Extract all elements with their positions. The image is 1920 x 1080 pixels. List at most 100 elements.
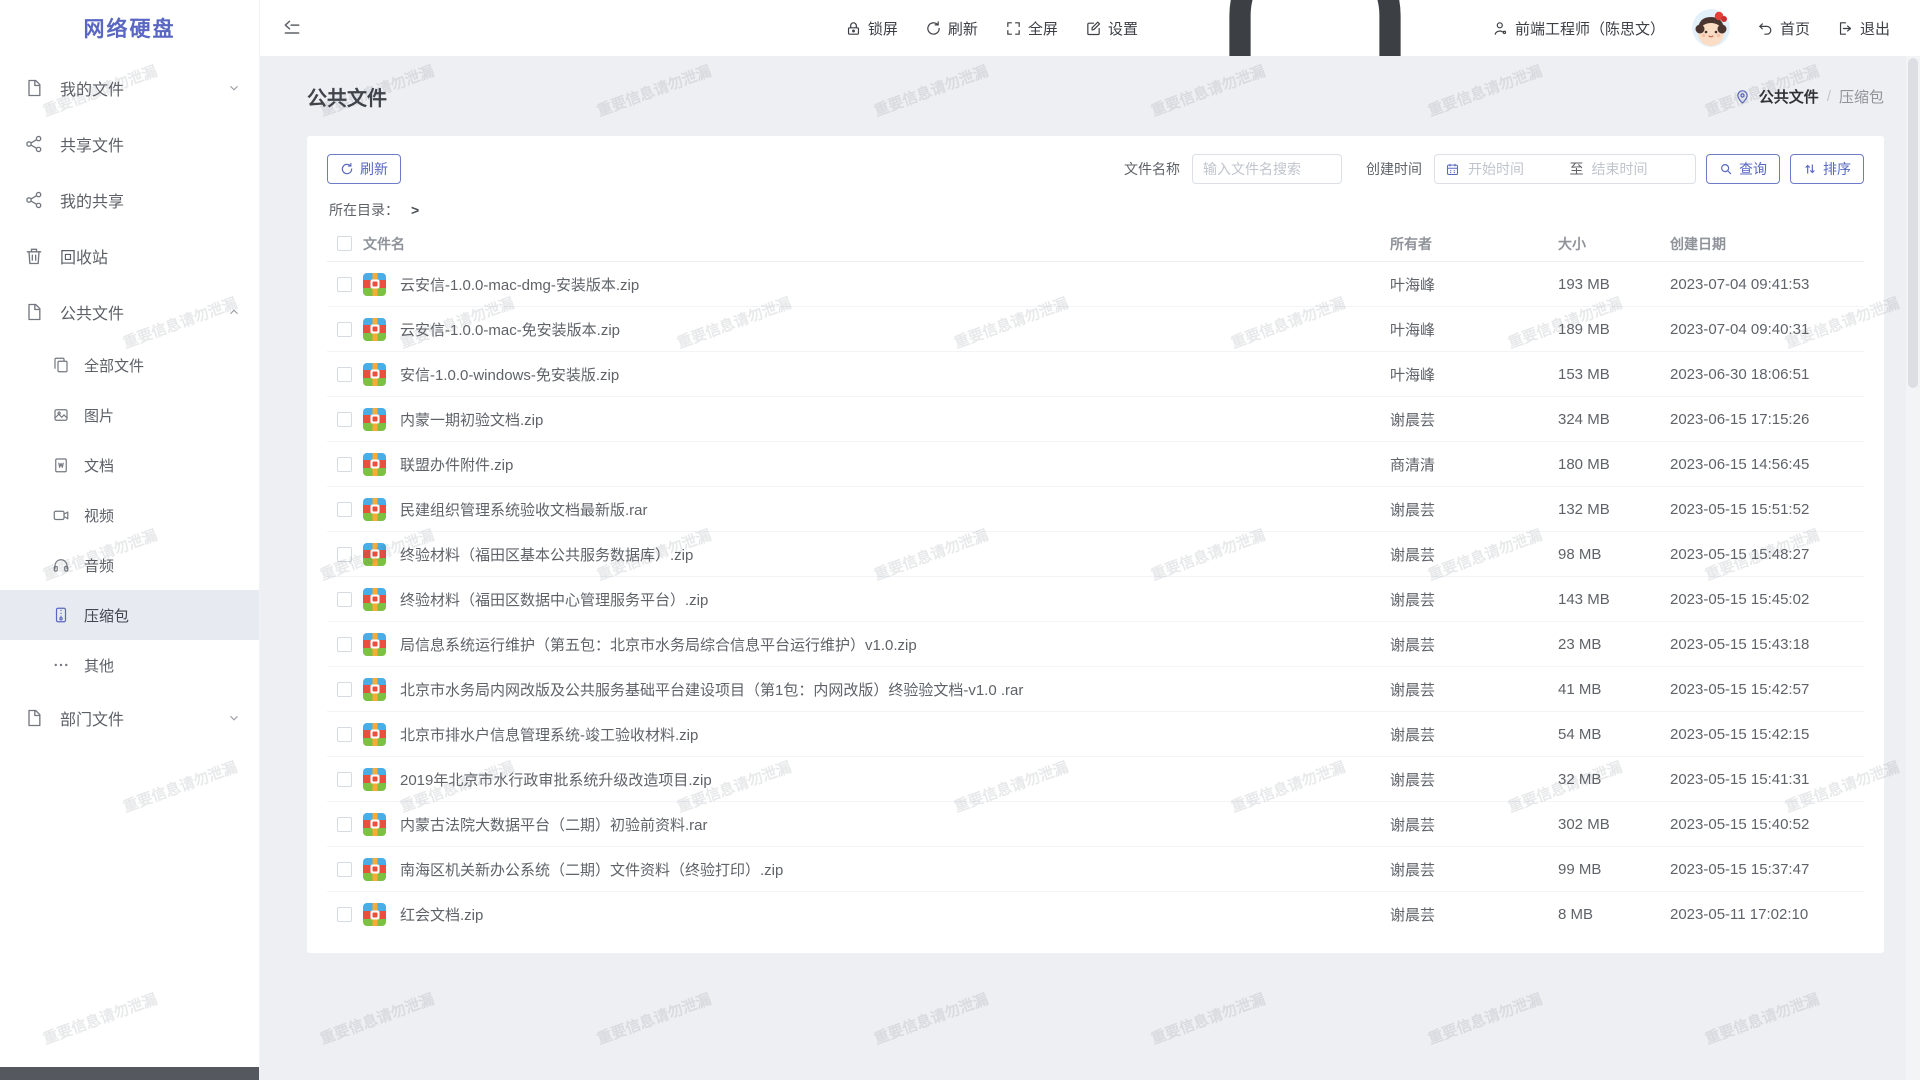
file-date: 2023-05-15 15:45:02 [1670, 591, 1856, 608]
logout-icon [1837, 20, 1854, 37]
file-name[interactable]: 北京市排水户信息管理系统-竣工验收材料.zip [400, 724, 1390, 745]
file-name[interactable]: 局信息系统运行维护（第五包：北京市水务局综合信息平台运行维护）v1.0.zip [400, 634, 1390, 655]
table-row[interactable]: 安信-1.0.0-windows-免安装版.zip 叶海峰 153 MB 202… [327, 352, 1864, 397]
table-row[interactable]: 红会文档.zip 谢晨芸 8 MB 2023-05-11 17:02:10 [327, 892, 1864, 937]
table-row[interactable]: 2019年北京市水行政审批系统升级改造项目.zip 谢晨芸 32 MB 2023… [327, 757, 1864, 802]
home-button[interactable]: 首页 [1757, 18, 1810, 39]
sidebar-collapse-bar[interactable] [0, 1067, 259, 1080]
file-name[interactable]: 内蒙古法院大数据平台（二期）初验前资料.rar [400, 814, 1390, 835]
table-row[interactable]: 南海区机关新办公系统（二期）文件资料（终验打印）.zip 谢晨芸 99 MB 2… [327, 847, 1864, 892]
file-owner: 商清清 [1390, 454, 1558, 475]
refresh-icon [925, 20, 942, 37]
file-name[interactable]: 红会文档.zip [400, 904, 1390, 925]
row-checkbox[interactable] [337, 367, 352, 382]
file-date: 2023-05-15 15:42:15 [1670, 726, 1856, 743]
scrollbar-thumb[interactable] [1908, 58, 1918, 388]
sidebar-subitem-images[interactable]: 图片 [0, 390, 259, 440]
top-bar: 锁屏 刷新 全屏 [260, 0, 1920, 56]
sidebar-item-public-files[interactable]: 公共文件 [0, 284, 259, 340]
file-size: 189 MB [1558, 321, 1670, 338]
collapse-sidebar-icon[interactable] [282, 18, 302, 38]
sidebar-item-my-shares[interactable]: 我的共享 [0, 172, 259, 228]
date-range-to: 至 [1570, 159, 1584, 179]
sidebar-subitem-videos[interactable]: 视频 [0, 490, 259, 540]
file-name[interactable]: 终验材料（福田区基本公共服务数据库）.zip [400, 544, 1390, 565]
sidebar-item-department-files[interactable]: 部门文件 [0, 690, 259, 746]
lock-screen-button[interactable]: 锁屏 [845, 18, 898, 39]
file-name[interactable]: 云安信-1.0.0-mac-免安装版本.zip [400, 319, 1390, 340]
logout-button[interactable]: 退出 [1837, 18, 1890, 39]
end-date-placeholder[interactable]: 结束时间 [1592, 159, 1686, 179]
content-area: 公共文件 公共文件 / 压缩包 刷新 [260, 56, 1920, 1080]
row-checkbox[interactable] [337, 592, 352, 607]
sidebar-subitem-archives[interactable]: 压缩包 [0, 590, 259, 640]
file-date: 2023-06-30 18:06:51 [1670, 366, 1856, 383]
avatar[interactable] [1692, 9, 1730, 47]
sidebar-item-recycle-bin[interactable]: 回收站 [0, 228, 259, 284]
sidebar-subitem-other[interactable]: 其他 [0, 640, 259, 690]
row-checkbox[interactable] [337, 322, 352, 337]
file-name[interactable]: 南海区机关新办公系统（二期）文件资料（终验打印）.zip [400, 859, 1390, 880]
table-row[interactable]: 北京市排水户信息管理系统-竣工验收材料.zip 谢晨芸 54 MB 2023-0… [327, 712, 1864, 757]
row-checkbox[interactable] [337, 772, 352, 787]
list-refresh-label: 刷新 [360, 159, 388, 179]
file-size: 54 MB [1558, 726, 1670, 743]
row-checkbox[interactable] [337, 907, 352, 922]
table-row[interactable]: 终验材料（福田区数据中心管理服务平台）.zip 谢晨芸 143 MB 2023-… [327, 577, 1864, 622]
table-row[interactable]: 北京市水务局内网改版及公共服务基础平台建设项目（第1包：内网改版）终验验文档-v… [327, 667, 1864, 712]
table-row[interactable]: 民建组织管理系统验收文档最新版.rar 谢晨芸 132 MB 2023-05-1… [327, 487, 1864, 532]
row-checkbox[interactable] [337, 457, 352, 472]
sidebar-subitem-audio[interactable]: 音频 [0, 540, 259, 590]
table-row[interactable]: 局信息系统运行维护（第五包：北京市水务局综合信息平台运行维护）v1.0.zip … [327, 622, 1864, 667]
file-owner: 叶海峰 [1390, 364, 1558, 385]
sort-button[interactable]: 排序 [1790, 154, 1864, 184]
filename-label: 文件名称 [1124, 159, 1180, 179]
file-name[interactable]: 内蒙一期初验文档.zip [400, 409, 1390, 430]
sidebar-subitem-documents[interactable]: 文档 [0, 440, 259, 490]
row-checkbox[interactable] [337, 277, 352, 292]
sort-label: 排序 [1823, 159, 1851, 179]
table-row[interactable]: 云安信-1.0.0-mac-免安装版本.zip 叶海峰 189 MB 2023-… [327, 307, 1864, 352]
row-checkbox[interactable] [337, 547, 352, 562]
table-row[interactable]: 联盟办件附件.zip 商清清 180 MB 2023-06-15 14:56:4… [327, 442, 1864, 487]
table-row[interactable]: 终验材料（福田区基本公共服务数据库）.zip 谢晨芸 98 MB 2023-05… [327, 532, 1864, 577]
file-name[interactable]: 联盟办件附件.zip [400, 454, 1390, 475]
date-range-picker[interactable]: 开始时间 至 结束时间 [1434, 154, 1696, 184]
sidebar-item-my-files[interactable]: 我的文件 [0, 60, 259, 116]
file-name[interactable]: 云安信-1.0.0-mac-dmg-安装版本.zip [400, 274, 1390, 295]
row-checkbox[interactable] [337, 502, 352, 517]
file-name[interactable]: 北京市水务局内网改版及公共服务基础平台建设项目（第1包：内网改版）终验验文档-v… [400, 679, 1390, 700]
table-row[interactable]: 内蒙古法院大数据平台（二期）初验前资料.rar 谢晨芸 302 MB 2023-… [327, 802, 1864, 847]
row-checkbox[interactable] [337, 862, 352, 877]
list-refresh-button[interactable]: 刷新 [327, 154, 401, 184]
start-date-placeholder[interactable]: 开始时间 [1468, 159, 1562, 179]
file-name[interactable]: 2019年北京市水行政审批系统升级改造项目.zip [400, 769, 1390, 790]
directory-root-link[interactable]: > [411, 202, 419, 218]
select-all-checkbox[interactable] [337, 236, 352, 251]
sidebar-item-label: 共享文件 [60, 132, 124, 156]
row-checkbox[interactable] [337, 637, 352, 652]
row-checkbox[interactable] [337, 727, 352, 742]
row-checkbox[interactable] [337, 682, 352, 697]
user-menu[interactable]: 前端工程师（陈思文） [1492, 18, 1665, 39]
file-name[interactable]: 民建组织管理系统验收文档最新版.rar [400, 499, 1390, 520]
table-row[interactable]: 内蒙一期初验文档.zip 谢晨芸 324 MB 2023-06-15 17:15… [327, 397, 1864, 442]
row-checkbox[interactable] [337, 412, 352, 427]
file-name[interactable]: 终验材料（福田区数据中心管理服务平台）.zip [400, 589, 1390, 610]
file-date: 2023-07-04 09:41:53 [1670, 276, 1856, 293]
file-name[interactable]: 安信-1.0.0-windows-免安装版.zip [400, 364, 1390, 385]
sidebar: 网络硬盘 我的文件 共享文件 我的 [0, 0, 260, 1080]
settings-button[interactable]: 设置 [1085, 18, 1138, 39]
row-checkbox[interactable] [337, 817, 352, 832]
sidebar-item-shared-files[interactable]: 共享文件 [0, 116, 259, 172]
breadcrumb-root[interactable]: 公共文件 [1759, 86, 1819, 107]
table-row[interactable]: 云安信-1.0.0-mac-dmg-安装版本.zip 叶海峰 193 MB 20… [327, 262, 1864, 307]
vertical-scrollbar[interactable] [1906, 56, 1920, 1080]
document-icon [24, 708, 44, 728]
query-button[interactable]: 查询 [1706, 154, 1780, 184]
zip-file-icon [363, 813, 386, 836]
filename-search-input[interactable] [1192, 154, 1342, 184]
refresh-button[interactable]: 刷新 [925, 18, 978, 39]
sidebar-subitem-all-files[interactable]: 全部文件 [0, 340, 259, 390]
fullscreen-button[interactable]: 全屏 [1005, 18, 1058, 39]
